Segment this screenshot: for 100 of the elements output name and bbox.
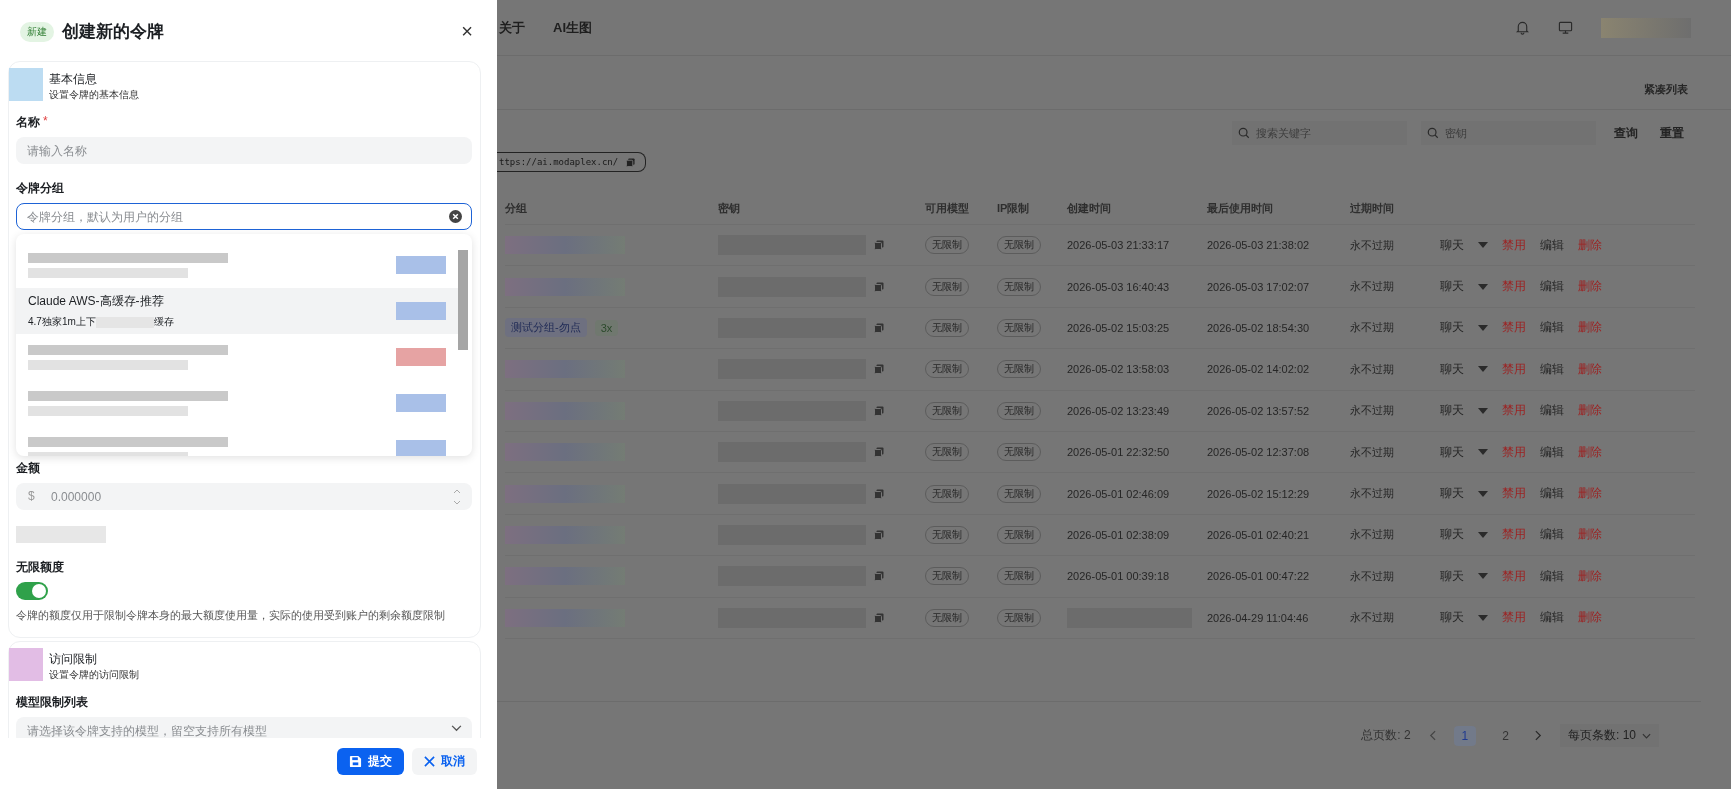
chat-button[interactable]: 聊天: [1440, 236, 1464, 254]
chevron-down-icon: [451, 725, 462, 732]
last-used-time: 2026-05-02 18:54:30: [1207, 321, 1310, 334]
compact-list-toggle[interactable]: 紧凑列表: [1644, 82, 1688, 97]
disable-button[interactable]: 禁用: [1502, 526, 1526, 544]
expiry-time: 永不过期: [1350, 237, 1394, 253]
reset-button[interactable]: 重置: [1656, 124, 1688, 142]
chat-button[interactable]: 聊天: [1440, 402, 1464, 420]
section-title: 基本信息: [49, 71, 98, 88]
field-label: 令牌分组: [16, 180, 64, 197]
edit-button[interactable]: 编辑: [1540, 609, 1564, 627]
disable-button[interactable]: 禁用: [1502, 360, 1526, 378]
caret-down-icon[interactable]: [1478, 324, 1488, 331]
caret-down-icon[interactable]: [1478, 531, 1488, 538]
expiry-time: 永不过期: [1350, 403, 1394, 419]
created-time: 2026-05-02 13:23:49: [1067, 404, 1170, 417]
chat-button[interactable]: 聊天: [1440, 360, 1464, 378]
edit-button[interactable]: 编辑: [1540, 443, 1564, 461]
copy-icon[interactable]: [874, 405, 884, 416]
group-tag: 测试分组-勿点: [505, 318, 587, 338]
clear-icon[interactable]: [449, 210, 462, 223]
close-button[interactable]: ×: [459, 20, 475, 43]
delete-button[interactable]: 删除: [1578, 360, 1602, 378]
copy-icon[interactable]: [874, 612, 884, 623]
edit-button[interactable]: 编辑: [1540, 567, 1564, 585]
disable-button[interactable]: 禁用: [1502, 236, 1526, 254]
copy-icon[interactable]: [874, 364, 884, 375]
search-icon: [1238, 127, 1250, 139]
base-url-chip[interactable]: ttps://ai.modaplex.cn/: [497, 152, 647, 172]
caret-down-icon[interactable]: [1478, 242, 1488, 249]
copy-icon[interactable]: [874, 488, 884, 499]
disable-button[interactable]: 禁用: [1502, 278, 1526, 296]
disable-button[interactable]: 禁用: [1502, 609, 1526, 627]
created-time: 2026-05-02 13:58:03: [1067, 363, 1170, 376]
group-option[interactable]: Claude AWS-高缓存-推荐 4.7独家1m上下 缓存: [16, 288, 458, 334]
name-input[interactable]: 请输入名称: [16, 137, 472, 164]
toggle-switch[interactable]: [16, 582, 48, 600]
delete-button[interactable]: 删除: [1578, 278, 1602, 296]
chat-button[interactable]: 聊天: [1440, 278, 1464, 296]
previous-icon[interactable]: [1428, 730, 1436, 741]
cancel-button[interactable]: 取消: [412, 748, 477, 775]
copy-icon[interactable]: [626, 157, 636, 167]
drawer-title: 创建新的令牌: [62, 21, 165, 43]
copy-icon[interactable]: [874, 571, 884, 582]
delete-button[interactable]: 删除: [1578, 609, 1602, 627]
copy-icon[interactable]: [874, 240, 884, 251]
disable-button[interactable]: 禁用: [1502, 485, 1526, 503]
monitor-icon[interactable]: [1558, 20, 1573, 35]
group-input[interactable]: 令牌分组，默认为用户的分组: [16, 203, 472, 230]
edit-button[interactable]: 编辑: [1540, 278, 1564, 296]
delete-button[interactable]: 删除: [1578, 402, 1602, 420]
copy-icon[interactable]: [874, 529, 884, 540]
chat-button[interactable]: 聊天: [1440, 443, 1464, 461]
query-button[interactable]: 查询: [1610, 124, 1642, 142]
caret-down-icon[interactable]: [1478, 407, 1488, 414]
page-button[interactable]: 1: [1453, 725, 1477, 746]
nav-link[interactable]: 关于: [499, 18, 525, 37]
edit-button[interactable]: 编辑: [1540, 402, 1564, 420]
caret-down-icon[interactable]: [1478, 614, 1488, 621]
created-time: 2026-05-01 00:39:18: [1067, 570, 1170, 583]
edit-button[interactable]: 编辑: [1540, 319, 1564, 337]
edit-button[interactable]: 编辑: [1540, 526, 1564, 544]
last-used-time: 2026-05-02 14:02:02: [1207, 363, 1310, 376]
edit-button[interactable]: 编辑: [1540, 236, 1564, 254]
chat-button[interactable]: 聊天: [1440, 567, 1464, 585]
caret-down-icon[interactable]: [1478, 366, 1488, 373]
bell-icon[interactable]: [1515, 20, 1530, 35]
page-button[interactable]: 2: [1494, 725, 1517, 746]
edit-button[interactable]: 编辑: [1540, 485, 1564, 503]
delete-button[interactable]: 删除: [1578, 443, 1602, 461]
delete-button[interactable]: 删除: [1578, 485, 1602, 503]
disable-button[interactable]: 禁用: [1502, 567, 1526, 585]
nav-link[interactable]: AI生图: [553, 18, 592, 37]
next-icon[interactable]: [1535, 730, 1542, 741]
page-size-select[interactable]: 每页条数: 10: [1560, 724, 1659, 747]
caret-down-icon[interactable]: [1478, 283, 1488, 290]
delete-button[interactable]: 删除: [1578, 567, 1602, 585]
chat-button[interactable]: 聊天: [1440, 485, 1464, 503]
delete-button[interactable]: 删除: [1578, 236, 1602, 254]
model-select[interactable]: 请选择该令牌支持的模型，留空支持所有模型: [16, 717, 472, 738]
copy-icon[interactable]: [874, 447, 884, 458]
chat-button[interactable]: 聊天: [1440, 319, 1464, 337]
copy-icon[interactable]: [874, 281, 884, 292]
chat-button[interactable]: 聊天: [1440, 526, 1464, 544]
disable-button[interactable]: 禁用: [1502, 319, 1526, 337]
disable-button[interactable]: 禁用: [1502, 402, 1526, 420]
delete-button[interactable]: 删除: [1578, 526, 1602, 544]
caret-down-icon[interactable]: [1478, 490, 1488, 497]
copy-icon[interactable]: [874, 322, 884, 333]
delete-button[interactable]: 删除: [1578, 319, 1602, 337]
edit-button[interactable]: 编辑: [1540, 360, 1564, 378]
section-subtitle: 设置令牌的基本信息: [49, 88, 139, 102]
scrollbar[interactable]: [458, 250, 468, 350]
caret-down-icon[interactable]: [1478, 573, 1488, 580]
submit-button[interactable]: 提交: [337, 748, 404, 775]
chat-button[interactable]: 聊天: [1440, 609, 1464, 627]
field-label: 模型限制列表: [16, 694, 88, 711]
last-used-time: 2026-05-02 12:37:08: [1207, 446, 1310, 459]
disable-button[interactable]: 禁用: [1502, 443, 1526, 461]
caret-down-icon[interactable]: [1478, 449, 1488, 456]
